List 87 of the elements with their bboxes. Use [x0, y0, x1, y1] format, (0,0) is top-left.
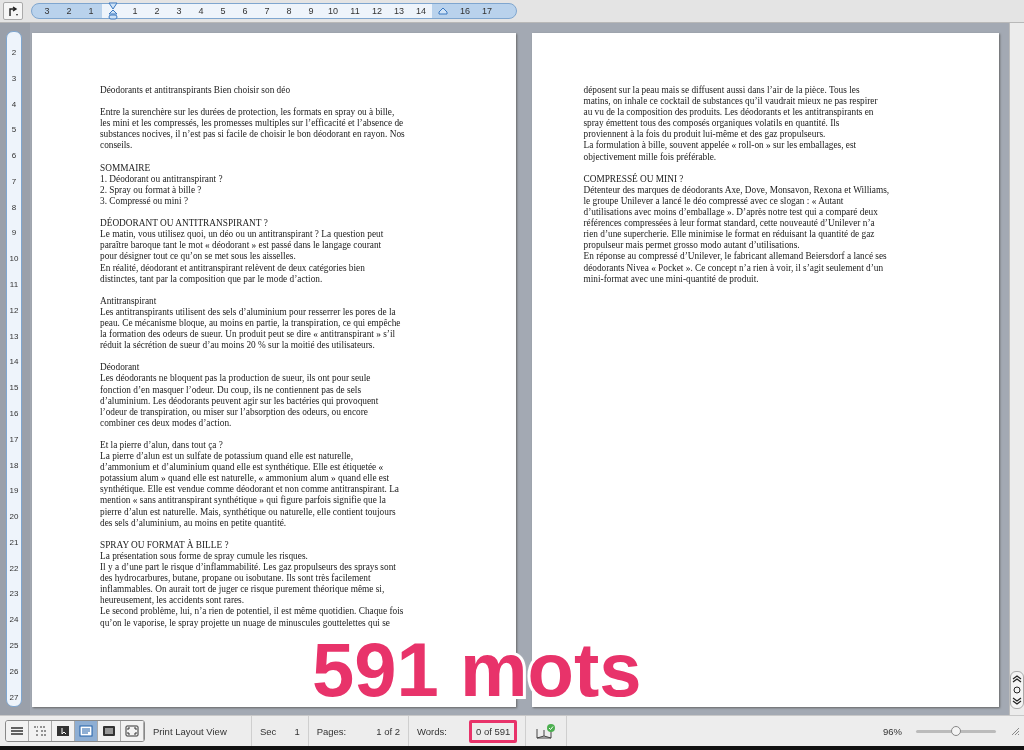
ruler-number: 21 [9, 536, 19, 549]
ruler-number: 17 [481, 6, 493, 16]
ruler-number: 7 [11, 175, 17, 188]
vertical-ruler[interactable]: 2 3 4 5 6 7 8 9 10 11 12 13 14 15 16 17 18 19 20 21 22 23 24 25 26 27 [6, 31, 22, 707]
paragraph: Déodorants et antitranspirants Bien choisir son déo [100, 85, 292, 97]
ruler-number: 1 [131, 6, 139, 16]
paragraph: SOMMAIRE 1. Déodorant ou antitranspirant ? 2. Spray ou format à bille ? 3. Compressé ou mini ? [100, 162, 224, 208]
ruler-number: 14 [9, 356, 19, 369]
pages-label: Pages: [316, 725, 347, 737]
ruler-number: 12 [9, 304, 19, 317]
paragraph: COMPRESSÉ OU MINI ? Détenteur des marques de déodorants Axe, Dove, Monsavon, Rexona et Williams, le groupe Unilever a lancé le déo compressé avec ce slogan : « Autant d’utilisations avec moins d’emballage ». D’après notre test qui a comparé deux références compressées à leur format standard, cette nouveauté d’Unilever n’a rien d’une supercherie. Elle minimise le format en réduisant la quantité de gaz propulseur mais permet grosso modo autant d’utilisations. En réponse au compressé d’Unilever, le fabricant allemand Beiersdorf a lancé ses déodorants Nivea « Pocket ». Ce concept n’a rien à voir, il s’agit seulement d’un mini-format avec une mini-quantité de produit. [583, 173, 891, 285]
paragraph: SPRAY OU FORMAT À BILLE ? La présentation sous forme de spray cumule les risques. Il y a d’une part le risque d’inflammabilité. Les gaz propulseurs des sprays sont des hydrocarbures, butane, propane ou isobutane. Ils sont très facilement inflammables. On aurait tort de juger ce risque purement théorique même si, heureusement, les accidents sont rares. Le second problème, lui, n’a rien de potentiel, il est même quotidien. Chaque fois qu’on le vaporise, le spray projette un nuage de minuscules gouttelettes qui se [100, 539, 405, 629]
ruler-number: 5 [219, 6, 227, 16]
indent-marker-icon[interactable] [108, 2, 118, 20]
ruler-number: 6 [241, 6, 249, 16]
page-count: 1 of 2 [376, 725, 401, 737]
draft-view-icon [10, 725, 24, 737]
ruler-number: 27 [9, 691, 19, 704]
paragraph: DÉODORANT OU ANTITRANSPIRANT ? Le matin, vous utilisez quoi, un déo ou un antitranspirant ? La question peut paraître baroque tant le mot « déodorant » est passé dans le langage courant pour désigner tout ce qu’on se met sous les aisselles. En réalité, déodorant et antitranspirant relèvent de deux catégories bien distinctes, tant par la composition que par le mode d’action. [100, 218, 385, 285]
draft-view-button[interactable] [6, 721, 29, 741]
right-indent-marker-icon[interactable] [438, 7, 448, 15]
paragraph: Et la pierre d’alun, dans tout ça ? La pierre d’alun est un sulfate de potassium quand elle est naturelle, d’ammonium et d’aluminium quand elle est synthétique. Elle est étiquetée « potassium alum » quand elle est naturelle, « ammonium alum » quand elle est synthétique. Elle est vendue comme déodorant et non comme antitranspirant. La mention « sans antitranspirant synthétique » qui figure parfois signifie que la pierre d’alun est naturelle. Mais, synthétique ou naturelle, elle contient toujours des sels d’aluminium, au moins en petite quantité. [100, 440, 400, 529]
ruler-number: 16 [459, 6, 471, 16]
horizontal-ruler[interactable]: 3 2 1 1 2 3 4 5 6 7 8 9 10 11 12 13 14 16 17 [31, 3, 517, 19]
ruler-number: 13 [393, 6, 405, 16]
ruler-number: 22 [9, 562, 19, 575]
ruler-number: 20 [9, 511, 19, 524]
notebook-view-button[interactable] [98, 721, 121, 741]
book-check-icon[interactable] [536, 723, 557, 739]
section-number: 1 [294, 725, 300, 737]
ruler-number: 9 [11, 227, 17, 240]
view-name: Print Layout View [153, 725, 227, 737]
page-down-icon[interactable] [1012, 697, 1022, 705]
browse-object-icon[interactable] [1013, 686, 1021, 694]
ruler-number: 18 [9, 459, 19, 472]
ruler-number: 2 [65, 6, 73, 16]
resize-grip-icon[interactable] [1010, 726, 1020, 736]
tab-stop-selector[interactable] [3, 2, 23, 20]
ruler-number: 17 [9, 433, 19, 446]
ruler-number: 12 [371, 6, 383, 16]
zoom-percent: 96% [883, 725, 902, 737]
paragraph: Antitranspirant Les antitranspirants utilisent des sels d’aluminium pour resserrer les pores de la peau. Ce mécanisme bloque, au moins en partie, la transpiration, ce qui empêche la formation des odeurs de sueur. Un produit peut se dire « antitranspirant » s’il réduit la sécrétion de sueur d’au moins 20 % sur la moitié des utilisateurs. [100, 295, 402, 352]
slider-thumb[interactable] [951, 725, 961, 736]
ruler-number: 6 [11, 150, 17, 163]
tab-stop-icon [7, 5, 19, 17]
ruler-number: 3 [11, 72, 17, 85]
ruler-number: 24 [9, 614, 19, 627]
ruler-number: 10 [327, 6, 339, 16]
ruler-number: 11 [349, 6, 361, 16]
ruler-number: 7 [263, 6, 271, 16]
ruler-number: 3 [175, 6, 183, 16]
paragraph: déposent sur la peau mais se diffusent aussi dans l’air de la pièce. Tous les matins, on inhale ce cocktail de substances qu’il vaudrait mieux ne pas respirer au vu de la composition des produits. Les déodorants et les antitranspirants en spray émettent tous des composés organiques volatils en quantité. Ils proviennent à la fois du produit lui-même et des gaz propulseurs. La formulation à bille, souvent appelée « roll-on » sur les emballages, est objectivement mille fois préférable. [583, 85, 879, 163]
ruler-number: 8 [285, 6, 293, 16]
section-label: Sec [260, 725, 277, 737]
publishing-view-button[interactable] [52, 721, 75, 741]
ruler-number: 8 [11, 201, 17, 214]
ruler-number: 5 [11, 124, 17, 137]
ruler-number: 3 [43, 6, 51, 16]
outline-view-icon [33, 725, 47, 737]
vertical-scrollbar[interactable] [1009, 23, 1024, 715]
paragraph: Déodorant Les déodorants ne bloquent pas la production de sueur, ils ont pour seule fonction d’en masquer l’odeur. Du coup, ils ne contiennent pas de sels d’aluminium. Les déodorants peuvent agir sur les bactéries qui provoquent l’odeur de transpiration, ou miser sur l’absorption des odeurs, ou encore combiner ces deux modes d’action. [100, 362, 380, 429]
ruler-number: 2 [11, 47, 17, 59]
ruler-number: 9 [307, 6, 315, 16]
ruler-number: 13 [9, 330, 19, 343]
ruler-number: 1 [87, 6, 95, 16]
focus-view-icon [125, 725, 139, 737]
print-view-button[interactable] [75, 721, 98, 741]
word-count: 0 of 591 [468, 719, 518, 743]
notebook-view-icon [102, 725, 116, 737]
ruler-number: 15 [9, 382, 19, 395]
ruler-number: 19 [9, 485, 19, 498]
ruler-number: 10 [9, 253, 19, 266]
publishing-view-icon [56, 725, 70, 737]
ruler-number: 26 [9, 665, 19, 678]
page-up-icon[interactable] [1012, 675, 1022, 683]
print-view-icon [79, 725, 93, 737]
ruler-number: 11 [9, 279, 19, 292]
paragraph: Entre la surenchère sur les durées de protection, les formats en spray ou à bille, les mini et les compressés, les promesses multiples sur l’efficacité et l’absence de substances nocives, il n’est pas si facile de choisir le bon déodorant en rayon. Nos conseils. [100, 107, 406, 152]
zoom-slider[interactable] [916, 729, 996, 733]
ruler-number: 4 [197, 6, 205, 16]
ruler-number: 16 [9, 407, 19, 420]
ruler-number: 25 [9, 639, 19, 652]
ruler-number: 14 [415, 6, 427, 16]
ruler-number: 4 [11, 98, 17, 111]
words-label: Words: [417, 725, 447, 737]
ruler-number: 23 [9, 588, 19, 601]
ruler-number: 2 [153, 6, 161, 16]
